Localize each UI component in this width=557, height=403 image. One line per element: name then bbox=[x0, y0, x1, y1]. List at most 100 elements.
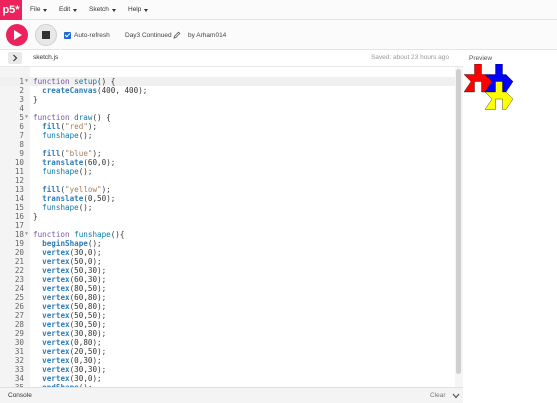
sketch-name[interactable]: Day3 Continued bbox=[125, 32, 172, 40]
code-punctuation bbox=[33, 194, 42, 203]
code-line[interactable]: 17 bbox=[0, 221, 455, 230]
code-line[interactable]: 16} bbox=[0, 212, 455, 221]
code-number: 50 bbox=[87, 284, 98, 293]
line-number: 31 bbox=[14, 347, 24, 356]
menu-sketch[interactable]: Sketch bbox=[89, 0, 116, 20]
p5-logo[interactable]: p5* bbox=[0, 0, 22, 20]
code-function-name: funshape bbox=[42, 131, 79, 140]
line-number: 18 bbox=[14, 230, 24, 239]
code-line[interactable]: 27 vertex(50,50); bbox=[0, 311, 455, 320]
line-number: 3 bbox=[19, 95, 24, 104]
code-line[interactable]: 32 vertex(0,30); bbox=[0, 356, 455, 365]
code-punctuation bbox=[33, 302, 42, 311]
code-punctuation bbox=[33, 284, 42, 293]
code-line[interactable]: 4 bbox=[0, 104, 455, 113]
code-function-name: createCanvas bbox=[42, 86, 98, 95]
play-button[interactable] bbox=[6, 24, 28, 46]
code-line[interactable]: 11 funshape(); bbox=[0, 167, 455, 176]
code-punctuation: () bbox=[92, 113, 102, 122]
code-line[interactable]: 31 vertex(20,50); bbox=[0, 347, 455, 356]
code-number: 80 bbox=[74, 284, 84, 293]
code-function-name: funshape bbox=[74, 230, 111, 239]
code-keyword: function bbox=[33, 77, 70, 86]
stop-button[interactable] bbox=[35, 24, 57, 46]
sidebar-toggle-button[interactable] bbox=[8, 52, 22, 64]
line-number: 12 bbox=[14, 176, 24, 185]
code-line[interactable]: 28 vertex(30,50); bbox=[0, 320, 455, 329]
line-number: 33 bbox=[14, 365, 24, 374]
code-punctuation: ); bbox=[87, 122, 98, 131]
code-function-name: vertex bbox=[42, 365, 70, 374]
menu-file[interactable]: File bbox=[30, 0, 48, 20]
toolbar: Auto-refresh Day3 Continued by Arham014 bbox=[0, 20, 557, 50]
code-line[interactable]: 8 bbox=[0, 140, 455, 149]
code-line[interactable]: 6 fill("red"); bbox=[0, 122, 455, 131]
code-line[interactable]: 26 vertex(50,80); bbox=[0, 302, 455, 311]
code-text: function draw() { bbox=[33, 113, 111, 122]
code-text: vertex(20,50); bbox=[33, 347, 106, 356]
code-punctuation bbox=[33, 329, 42, 338]
code-punctuation: } bbox=[33, 95, 38, 104]
code-line[interactable]: 7 funshape(); bbox=[0, 131, 455, 140]
code-punctuation bbox=[33, 257, 42, 266]
line-number: 1 bbox=[19, 77, 24, 86]
code-text: translate(60,0); bbox=[33, 158, 115, 167]
code-line[interactable]: 20 vertex(30,0); bbox=[0, 248, 455, 257]
editor-scrollbar-thumb[interactable] bbox=[456, 69, 461, 374]
code-line[interactable]: 13 fill("yellow"); bbox=[0, 185, 455, 194]
line-number: 9 bbox=[19, 149, 24, 158]
code-line[interactable]: 9 fill("blue"); bbox=[0, 149, 455, 158]
code-string: "blue" bbox=[65, 149, 93, 158]
chevron-down-icon bbox=[73, 8, 78, 12]
fold-arrow-icon[interactable]: ▼ bbox=[25, 230, 28, 239]
code-line[interactable]: 24 vertex(80,50); bbox=[0, 284, 455, 293]
code-line[interactable]: 21 vertex(50,0); bbox=[0, 257, 455, 266]
auto-refresh-checkbox[interactable] bbox=[64, 32, 71, 39]
code-text: funshape(); bbox=[33, 167, 92, 176]
code-line[interactable]: 10 translate(60,0); bbox=[0, 158, 455, 167]
preview-canvas[interactable] bbox=[464, 64, 534, 134]
menu-help-label: Help bbox=[128, 6, 142, 13]
code-line[interactable]: 12 bbox=[0, 176, 455, 185]
code-text: function setup() { bbox=[33, 77, 115, 86]
code-line[interactable]: 2 createCanvas(400, 400); bbox=[0, 86, 455, 95]
pencil-icon[interactable] bbox=[173, 31, 181, 39]
file-bar: sketch.js Saved: about 23 hours ago bbox=[0, 50, 463, 67]
console-clear-button[interactable]: Clear bbox=[430, 392, 446, 399]
code-punctuation: ); bbox=[106, 194, 116, 203]
file-name[interactable]: sketch.js bbox=[33, 54, 58, 61]
code-text: vertex(30,30); bbox=[33, 365, 106, 374]
code-line[interactable]: 30 vertex(0,80); bbox=[0, 338, 455, 347]
code-editor[interactable]: 1 ▼ function setup() {2 createCanvas(400, … bbox=[0, 67, 463, 387]
code-line[interactable]: 18 ▼ function funshape(){ bbox=[0, 230, 455, 239]
chevron-down-icon[interactable] bbox=[452, 393, 460, 399]
code-line[interactable]: 14 translate(0,50); bbox=[0, 194, 455, 203]
code-line[interactable]: 22 vertex(50,30); bbox=[0, 266, 455, 275]
line-number: 22 bbox=[14, 266, 24, 275]
code-function-name: vertex bbox=[42, 347, 70, 356]
code-keyword: function bbox=[33, 113, 70, 122]
code-number: 50 bbox=[87, 347, 98, 356]
code-line[interactable]: 3} bbox=[0, 95, 455, 104]
code-line[interactable]: 19 beginShape(); bbox=[0, 239, 455, 248]
code-punctuation: ); bbox=[97, 302, 107, 311]
fold-arrow-icon[interactable]: ▼ bbox=[25, 113, 28, 122]
line-number: 34 bbox=[14, 374, 24, 383]
code-line[interactable]: 33 vertex(30,30); bbox=[0, 365, 455, 374]
code-text: vertex(60,30); bbox=[33, 275, 106, 284]
code-punctuation: (); bbox=[78, 131, 93, 140]
top-nav: p5* File Edit Sketch Help bbox=[0, 0, 557, 20]
menu-help[interactable]: Help bbox=[128, 0, 149, 20]
code-line[interactable]: 15 funshape(); bbox=[0, 203, 455, 212]
code-line[interactable]: 25 vertex(60,80); bbox=[0, 293, 455, 302]
code-line[interactable]: 1 ▼ function setup() { bbox=[0, 77, 455, 86]
code-line[interactable]: 5 ▼ function draw() { bbox=[0, 113, 455, 122]
code-text: fill("blue"); bbox=[33, 149, 101, 158]
fold-arrow-icon[interactable]: ▼ bbox=[25, 77, 28, 86]
code-line[interactable]: 29 vertex(30,80); bbox=[0, 329, 455, 338]
code-number: 60 bbox=[74, 275, 84, 284]
code-line[interactable]: 34 vertex(30,0); bbox=[0, 374, 455, 383]
code-line[interactable]: 23 vertex(60,30); bbox=[0, 275, 455, 284]
menu-edit[interactable]: Edit bbox=[59, 0, 78, 20]
line-number: 21 bbox=[14, 257, 24, 266]
